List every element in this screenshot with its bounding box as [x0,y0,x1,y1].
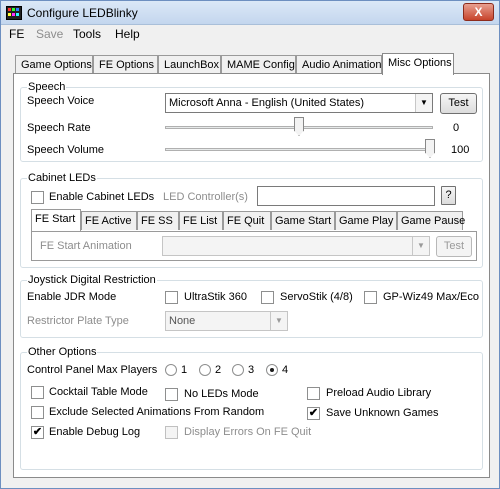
chevron-down-icon[interactable]: ▼ [270,312,287,330]
tab-fe-options[interactable]: FE Options [93,55,158,74]
window-title: Configure LEDBlinky [27,6,138,20]
cocktail-table-mode-label: Cocktail Table Mode [49,386,148,398]
enable-debug-log-checkbox[interactable]: ✔ [31,426,44,439]
fe-start-animation-test-button[interactable]: Test [436,236,472,257]
fe-start-subpage: FE Start Animation ▼ Test [31,231,477,261]
restrictor-plate-label: Restrictor Plate Type [27,315,129,327]
no-leds-mode-label: No LEDs Mode [184,388,259,400]
menu-tools[interactable]: Tools [73,27,101,41]
restrictor-plate-value: None [169,315,196,327]
close-icon: X [474,5,483,19]
speech-rate-label: Speech Rate [27,122,91,134]
led-controllers-label: LED Controller(s) [163,191,248,203]
servostik-label: ServoStik (4/8) [280,291,353,303]
tab-mame-config[interactable]: MAME Config [221,55,296,74]
gp-wiz49-checkbox[interactable] [364,291,377,304]
enable-cabinet-leds-label: Enable Cabinet LEDs [49,191,155,203]
fe-start-animation-label: FE Start Animation [40,240,132,252]
enable-debug-log-label: Enable Debug Log [49,426,141,438]
exclude-animations-checkbox[interactable] [31,406,44,419]
subtab-game-pause[interactable]: Game Pause [397,211,465,230]
other-options-group: Other Options Control Panel Max Players … [20,346,483,470]
display-errors-checkbox[interactable] [165,426,178,439]
speech-volume-track[interactable] [165,148,433,151]
speech-rate-value: 0 [453,122,460,134]
max-players-radio-2-label: 2 [215,364,222,376]
enable-jdr-label: Enable JDR Mode [27,291,117,303]
tab-game-options[interactable]: Game Options [15,55,93,74]
max-players-radio-2[interactable] [199,364,211,376]
no-leds-mode-checkbox[interactable] [165,388,178,401]
cabinet-leds-group: Cabinet LEDs Enable Cabinet LEDs LED Con… [20,172,483,268]
subtab-fe-start[interactable]: FE Start [31,209,81,231]
speech-voice-label: Speech Voice [27,95,95,107]
menu-fe[interactable]: FE [9,27,24,41]
subtab-fe-ss[interactable]: FE SS [137,211,179,230]
speech-volume-label: Speech Volume [27,144,105,156]
exclude-animations-label: Exclude Selected Animations From Random [49,406,265,418]
save-unknown-games-label: Save Unknown Games [326,407,439,419]
cabinet-leds-group-title: Cabinet LEDs [27,172,97,184]
enable-cabinet-leds-checkbox[interactable] [31,191,44,204]
speech-volume-slider-thumb[interactable] [425,139,435,158]
max-players-radio-1-label: 1 [181,364,188,376]
max-players-radio-3[interactable] [232,364,244,376]
misc-options-page: Speech Speech Voice Microsoft Anna - Eng… [13,73,490,478]
preload-audio-library-checkbox[interactable] [307,387,320,400]
subtab-game-start[interactable]: Game Start [271,211,335,230]
tab-launchbox[interactable]: LaunchBox [158,55,221,74]
display-errors-label: Display Errors On FE Quit [184,426,312,438]
led-controllers-help-button[interactable]: ? [441,186,456,205]
speech-voice-select[interactable]: Microsoft Anna - English (United States)… [165,93,433,113]
joystick-jdr-group-title: Joystick Digital Restriction [27,274,157,286]
radio-selected-dot [270,368,274,372]
max-players-radio-4[interactable] [266,364,278,376]
tab-misc-options[interactable]: Misc Options [382,53,454,75]
servostik-checkbox[interactable] [261,291,274,304]
ultrastik-360-label: UltraStik 360 [184,291,247,303]
title-bar[interactable]: Configure LEDBlinky X [1,1,499,25]
speech-group: Speech Speech Voice Microsoft Anna - Eng… [20,81,483,162]
menu-bar: FE Save Tools Help [1,25,499,44]
speech-voice-value: Microsoft Anna - English (United States) [169,97,365,109]
app-icon [6,6,22,20]
subtab-fe-quit[interactable]: FE Quit [223,211,271,230]
chevron-down-icon[interactable]: ▼ [412,237,429,255]
preload-audio-library-label: Preload Audio Library [326,387,432,399]
speech-volume-value: 100 [451,144,470,156]
menu-help[interactable]: Help [115,27,140,41]
subtab-game-play[interactable]: Game Play [335,211,397,230]
restrictor-plate-select[interactable]: None ▼ [165,311,288,331]
menu-save[interactable]: Save [36,27,63,41]
chevron-down-icon[interactable]: ▼ [415,94,432,112]
speech-rate-slider-thumb[interactable] [294,117,304,136]
ultrastik-360-checkbox[interactable] [165,291,178,304]
tab-audio-animation[interactable]: Audio Animation [296,55,382,74]
subtab-fe-active[interactable]: FE Active [81,211,137,230]
gp-wiz49-label: GP-Wiz49 Max/Eco [383,291,479,303]
cabinet-subtab-strip: FE Start FE Active FE SS FE List FE Quit… [31,209,477,233]
save-unknown-games-checkbox[interactable]: ✔ [307,407,320,420]
max-players-radio-4-label: 4 [282,364,289,376]
fe-start-animation-select[interactable]: ▼ [162,236,430,256]
led-controllers-field[interactable] [257,186,435,206]
speech-test-button[interactable]: Test [440,93,477,114]
configure-window: Configure LEDBlinky X FE Save Tools Help… [0,0,500,489]
close-button[interactable]: X [463,3,494,21]
max-players-radio-3-label: 3 [248,364,255,376]
other-options-group-title: Other Options [27,346,98,358]
cocktail-table-mode-checkbox[interactable] [31,386,44,399]
max-players-label: Control Panel Max Players [27,364,158,376]
max-players-radio-1[interactable] [165,364,177,376]
subtab-fe-list[interactable]: FE List [179,211,223,230]
speech-group-title: Speech [27,81,67,93]
joystick-jdr-group: Joystick Digital Restriction Enable JDR … [20,274,483,338]
